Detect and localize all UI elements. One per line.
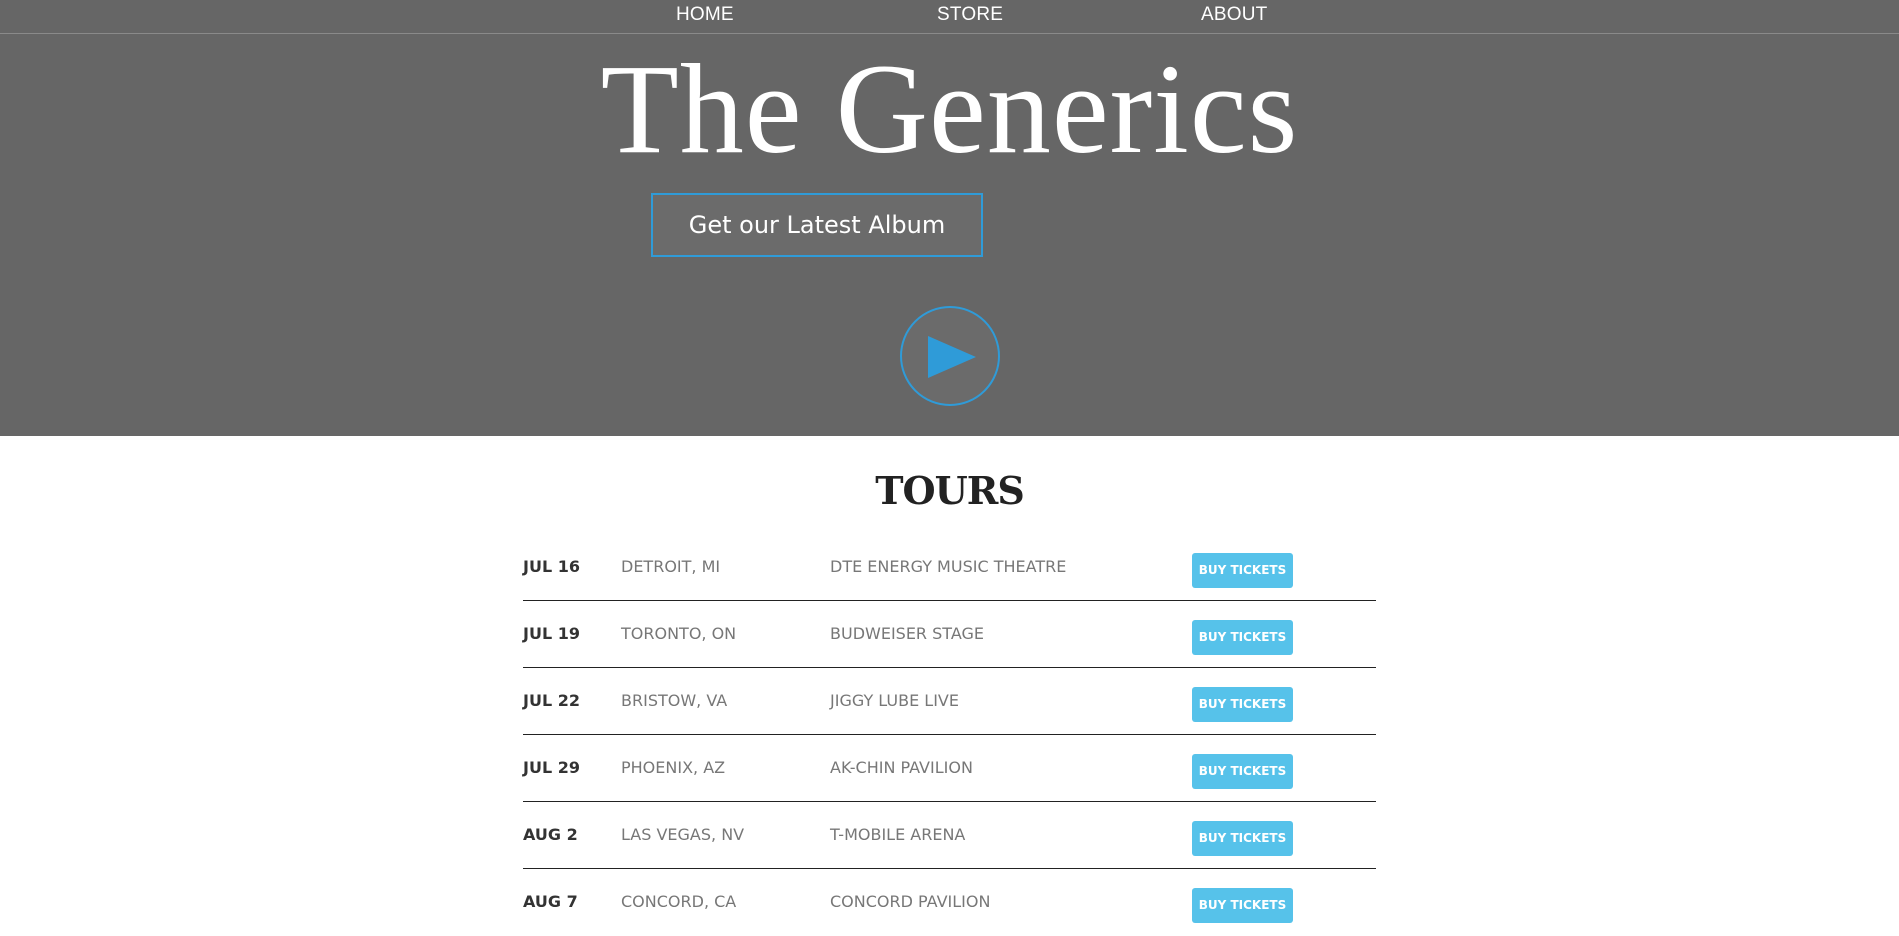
- buy-tickets-button[interactable]: BUY TICKETS: [1192, 553, 1293, 588]
- buy-tickets-button[interactable]: BUY TICKETS: [1192, 620, 1293, 655]
- tour-city: DETROIT, MI: [621, 557, 721, 576]
- tour-date: JUL 16: [523, 557, 580, 576]
- play-button[interactable]: [900, 306, 1000, 406]
- buy-tickets-button[interactable]: BUY TICKETS: [1192, 888, 1293, 923]
- tour-city: LAS VEGAS, NV: [621, 825, 745, 844]
- tour-date: AUG 7: [523, 892, 578, 911]
- tour-date: JUL 19: [523, 624, 580, 643]
- tour-date: JUL 22: [523, 691, 580, 710]
- tour-row: AUG 7 CONCORD, CA CONCORD PAVILION BUY T…: [523, 869, 1376, 936]
- tour-row: JUL 16 DETROIT, MI DTE ENERGY MUSIC THEA…: [523, 534, 1376, 601]
- tour-row: JUL 19 TORONTO, ON BUDWEISER STAGE BUY T…: [523, 601, 1376, 668]
- tour-row: JUL 22 BRISTOW, VA JIGGY LUBE LIVE BUY T…: [523, 668, 1376, 735]
- top-nav: HOME STORE ABOUT: [0, 0, 1899, 34]
- tour-city: TORONTO, ON: [621, 624, 737, 643]
- nav-about-link[interactable]: ABOUT: [1201, 4, 1267, 26]
- tour-venue: AK-CHIN PAVILION: [830, 758, 973, 777]
- tour-city: PHOENIX, AZ: [621, 758, 726, 777]
- band-title: The Generics: [600, 38, 1299, 180]
- tour-venue: JIGGY LUBE LIVE: [830, 691, 959, 710]
- play-icon: [928, 336, 976, 378]
- buy-tickets-button[interactable]: BUY TICKETS: [1192, 754, 1293, 789]
- nav-home-link[interactable]: HOME: [676, 4, 734, 26]
- tour-city: BRISTOW, VA: [621, 691, 728, 710]
- tour-date: JUL 29: [523, 758, 580, 777]
- tour-venue: DTE ENERGY MUSIC THEATRE: [830, 557, 1067, 576]
- tour-venue: T-MOBILE ARENA: [830, 825, 966, 844]
- buy-tickets-button[interactable]: BUY TICKETS: [1192, 821, 1293, 856]
- tour-date: AUG 2: [523, 825, 578, 844]
- tour-city: CONCORD, CA: [621, 892, 737, 911]
- tour-row: JUL 29 PHOENIX, AZ AK-CHIN PAVILION BUY …: [523, 735, 1376, 802]
- tour-list: JUL 16 DETROIT, MI DTE ENERGY MUSIC THEA…: [523, 534, 1376, 936]
- hero-header: HOME STORE ABOUT The Generics Get our La…: [0, 0, 1899, 436]
- tour-venue: CONCORD PAVILION: [830, 892, 991, 911]
- nav-store-link[interactable]: STORE: [937, 4, 1003, 26]
- get-latest-album-button[interactable]: Get our Latest Album: [651, 193, 983, 257]
- tour-row: AUG 2 LAS VEGAS, NV T-MOBILE ARENA BUY T…: [523, 802, 1376, 869]
- tour-venue: BUDWEISER STAGE: [830, 624, 984, 643]
- tours-heading: TOURS: [875, 468, 1025, 513]
- buy-tickets-button[interactable]: BUY TICKETS: [1192, 687, 1293, 722]
